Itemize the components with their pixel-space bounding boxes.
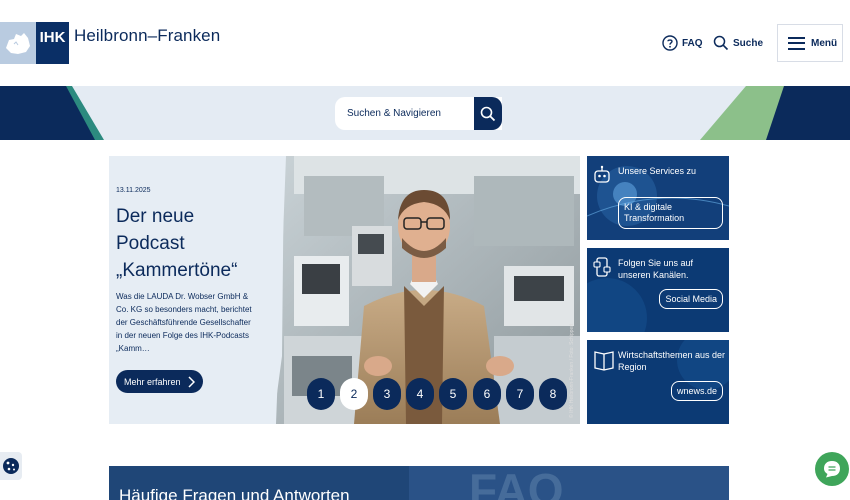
menu-button[interactable]: Menü [777, 24, 843, 62]
ihk-logo[interactable]: IHK Heilbronn–Franken [0, 22, 220, 64]
photo-credit: © IHK Heilbronn-Franken / Foto: Schipper… [569, 323, 575, 418]
faq-title: Häufige Fragen und Antworten [119, 486, 350, 500]
site-header: IHK Heilbronn–Franken FAQ Suche Menü [0, 0, 850, 86]
social-media-icon [593, 257, 611, 277]
hero-description: Was die LAUDA Dr. Wobser GmbH & Co. KG s… [116, 292, 252, 353]
carousel-page-button-3[interactable]: 3 [373, 378, 401, 410]
more-button[interactable]: Mehr erfahren [116, 370, 203, 393]
card-title: Unsere Services zu [618, 166, 697, 176]
search-input[interactable] [347, 108, 472, 119]
region-map-icon [0, 22, 36, 64]
faq-section: FAQ Häufige Fragen und Antworten [109, 466, 729, 500]
faq-label: FAQ [682, 37, 703, 49]
hero-date: 13.11.2025 [116, 187, 151, 194]
decorative-wave-left [0, 86, 104, 140]
book-icon [594, 351, 614, 371]
search-icon [713, 35, 729, 51]
card-title: Folgen Sie uns auf unseren Kanälen. [618, 258, 694, 280]
card-social-media[interactable]: Folgen Sie uns auf unseren Kanälen. Soci… [587, 248, 729, 332]
carousel-page-button-7[interactable]: 7 [506, 378, 534, 410]
hamburger-icon [788, 36, 805, 50]
chat-icon [824, 461, 840, 478]
org-name: Heilbronn–Franken [74, 26, 221, 45]
carousel-page-button-4[interactable]: 4 [406, 378, 434, 410]
faq-link[interactable]: FAQ [662, 33, 703, 53]
card-wnews[interactable]: Wirtschaftsthemen aus der Region wnews.d… [587, 340, 729, 424]
chevron-right-icon [188, 375, 195, 388]
search-label: Suche [733, 37, 764, 49]
search-link[interactable]: Suche [713, 33, 763, 53]
decorative-wave-right [700, 86, 850, 140]
cookie-settings-button[interactable] [0, 452, 22, 480]
hero-title: Der neue Podcast „Kammertöne“ [116, 206, 238, 281]
card-button[interactable]: KI & digitale Transformation [618, 197, 723, 229]
svg-text:FAQ: FAQ [469, 466, 564, 500]
faq-background-graphic: FAQ [409, 466, 729, 500]
carousel-page-button-5[interactable]: 5 [439, 378, 467, 410]
search-icon [480, 106, 496, 121]
carousel-page-button-6[interactable]: 6 [473, 378, 501, 410]
robot-icon [594, 165, 610, 183]
question-circle-icon [662, 35, 678, 51]
card-title: Wirtschaftsthemen aus der Region [618, 350, 726, 372]
ihk-logo-mark: IHK [36, 22, 69, 64]
carousel-page-button-2[interactable]: 2 [340, 378, 368, 410]
chat-button[interactable] [815, 452, 849, 486]
more-label: Mehr erfahren [124, 376, 181, 387]
menu-label: Menü [811, 37, 838, 49]
card-ki-services[interactable]: Unsere Services zu KI & digitale Transfo… [587, 156, 729, 240]
card-button[interactable]: Social Media [659, 289, 723, 309]
carousel-page-button-8[interactable]: 8 [539, 378, 567, 410]
carousel-page-button-1[interactable]: 1 [307, 378, 335, 410]
hero-text-panel: 13.11.2025 Der neue Podcast „Kammertöne“… [109, 156, 274, 424]
cookie-icon [3, 458, 19, 474]
card-button[interactable]: wnews.de [670, 381, 723, 401]
search-submit-button[interactable] [474, 97, 502, 130]
